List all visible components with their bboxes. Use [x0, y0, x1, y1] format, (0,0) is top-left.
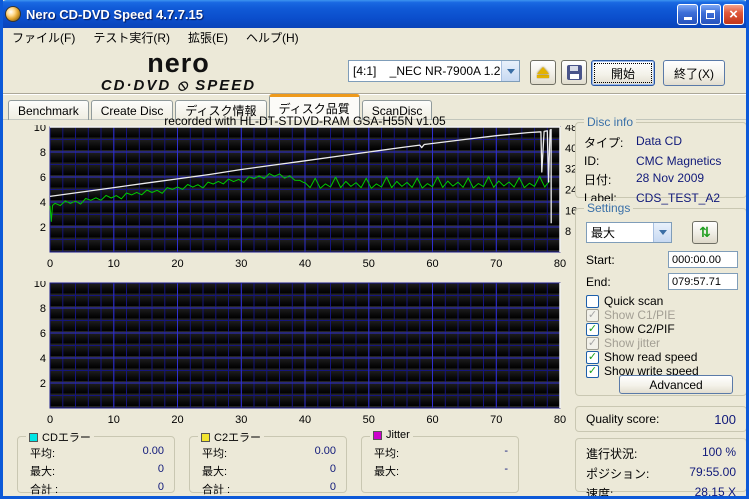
quality-score-label: Quality score:: [586, 412, 659, 426]
svg-text:20: 20: [171, 414, 183, 426]
show-jitter-checkbox[interactable]: ✓Show jitter: [586, 336, 660, 350]
app-icon: [5, 6, 21, 22]
progress-panel: 進行状況:100 % ポジション:79:55.00 速度:28.15 X: [575, 438, 747, 492]
c2-error-panel: C2エラー 平均:0.00 最大:0 合計 :0: [189, 436, 347, 493]
svg-text:10: 10: [108, 258, 120, 270]
svg-text:50: 50: [363, 258, 375, 270]
window-title: Nero CD-DVD Speed 4.7.7.15: [26, 7, 677, 22]
progress-row: 進行状況:100 %: [576, 443, 746, 463]
svg-text:6: 6: [40, 328, 46, 340]
end-position-field[interactable]: 079:57.71: [668, 273, 738, 290]
cd-error-max: 最大:0: [18, 462, 174, 480]
disc-id-row: ID:CMC Magnetics: [576, 152, 746, 169]
svg-text:4: 4: [40, 197, 46, 209]
jitter-swatch: [373, 431, 382, 440]
eject-button[interactable]: [530, 60, 556, 85]
disc-date-row: 日付:28 Nov 2009: [576, 169, 746, 189]
c2-error-avg: 平均:0.00: [190, 444, 346, 462]
svg-text:10: 10: [34, 281, 46, 290]
svg-text:2: 2: [40, 378, 46, 390]
nero-logo: nero CD·DVD ⦸ SPEED: [21, 50, 336, 93]
save-button[interactable]: [561, 60, 587, 85]
advanced-button[interactable]: Advanced: [619, 375, 733, 394]
svg-text:40: 40: [299, 258, 311, 270]
svg-text:50: 50: [363, 414, 375, 426]
speed-row: 速度:28.15 X: [576, 483, 746, 499]
quality-score-panel: Quality score: 100: [575, 406, 747, 432]
svg-text:60: 60: [426, 414, 438, 426]
disc-info-panel: Disc info タイプ:Data CD ID:CMC Magnetics 日…: [575, 122, 747, 198]
chevron-down-icon: [659, 230, 667, 235]
app-window: Nero CD-DVD Speed 4.7.7.15 × ファイル(F) テスト…: [0, 0, 749, 499]
end-position-row: End: 079:57.71: [586, 273, 738, 290]
svg-text:8: 8: [40, 303, 46, 315]
svg-text:0: 0: [47, 414, 53, 426]
drive-select-value: [4:1] _NEC NR-7900A 1.23: [349, 64, 501, 78]
combo-arrow[interactable]: [501, 61, 519, 81]
svg-text:4: 4: [40, 353, 46, 365]
svg-text:6: 6: [40, 172, 46, 184]
svg-text:80: 80: [554, 258, 566, 270]
close-icon: ×: [729, 7, 738, 22]
minimize-button[interactable]: [677, 4, 698, 25]
menu-file[interactable]: ファイル(F): [3, 27, 84, 48]
show-c2-pif-checkbox[interactable]: ✓Show C2/PIF: [586, 322, 675, 336]
svg-text:40: 40: [299, 414, 311, 426]
c2-error-max: 最大:0: [190, 462, 346, 480]
chart-recorded-with-label: recorded with HL-DT-STDVD-RAM GSA-H55N v…: [50, 114, 560, 128]
disc-type-row: タイプ:Data CD: [576, 132, 746, 152]
maximize-icon: [706, 10, 715, 19]
chevron-down-icon: [507, 69, 515, 74]
cd-error-panel: CDエラー 平均:0.00 最大:0 合計 :0: [17, 436, 175, 493]
svg-text:10: 10: [108, 414, 120, 426]
cd-error-total: 合計 :0: [18, 480, 174, 498]
menu-run-test[interactable]: テスト実行(R): [84, 27, 179, 48]
svg-text:70: 70: [490, 258, 502, 270]
close-button[interactable]: ×: [723, 4, 744, 25]
svg-text:10: 10: [34, 125, 46, 134]
c2-error-swatch: [201, 433, 210, 442]
c2-error-total: 合計 :0: [190, 480, 346, 498]
jitter-panel: Jitter 平均:- 最大:-: [361, 436, 519, 493]
maximize-button[interactable]: [700, 4, 721, 25]
menu-help[interactable]: ヘルプ(H): [237, 27, 308, 48]
minimize-icon: [684, 17, 692, 20]
drive-select-combo[interactable]: [4:1] _NEC NR-7900A 1.23: [348, 60, 520, 82]
speed-select-combo[interactable]: 最大: [586, 222, 672, 243]
svg-text:30: 30: [235, 414, 247, 426]
jitter-avg: 平均:-: [362, 444, 518, 462]
menu-extra[interactable]: 拡張(E): [179, 27, 237, 48]
cd-error-avg: 平均:0.00: [18, 444, 174, 462]
start-button[interactable]: 開始: [591, 60, 655, 86]
svg-text:8: 8: [565, 226, 571, 238]
quick-scan-checkbox[interactable]: ✓Quick scan: [586, 294, 663, 308]
titlebar: Nero CD-DVD Speed 4.7.7.15 ×: [0, 0, 749, 28]
eject-icon: [537, 67, 549, 78]
start-position-field[interactable]: 000:00.00: [668, 251, 738, 268]
settings-panel: Settings 最大 ⇅ Start: 000:00.00 End: 079:…: [575, 208, 747, 396]
jitter-max: 最大:-: [362, 462, 518, 480]
svg-text:70: 70: [490, 414, 502, 426]
save-icon: [567, 65, 582, 80]
menubar: ファイル(F) テスト実行(R) 拡張(E) ヘルプ(H): [3, 28, 746, 47]
svg-text:8: 8: [40, 147, 46, 159]
svg-text:2: 2: [40, 222, 46, 234]
show-read-speed-checkbox[interactable]: ✓Show read speed: [586, 350, 697, 364]
svg-text:60: 60: [426, 258, 438, 270]
position-row: ポジション:79:55.00: [576, 463, 746, 483]
quality-scan-chart: 2468108162432404801020304050607080: [11, 125, 601, 277]
refresh-button[interactable]: ⇅: [692, 221, 718, 244]
svg-text:20: 20: [171, 258, 183, 270]
cd-error-swatch: [29, 433, 38, 442]
start-position-row: Start: 000:00.00: [586, 251, 738, 268]
show-c1-pie-checkbox[interactable]: ✓Show C1/PIE: [586, 308, 675, 322]
svg-text:0: 0: [47, 258, 53, 270]
quality-score-value: 100: [714, 412, 736, 427]
exit-button[interactable]: 終了(X): [663, 60, 725, 86]
svg-text:80: 80: [554, 414, 566, 426]
svg-text:30: 30: [235, 258, 247, 270]
refresh-icon: ⇅: [699, 224, 711, 241]
secondary-scan-chart: 2 4 6 8 10 0 10 20 30 40 50 60 70 80: [11, 281, 601, 433]
combo-arrow[interactable]: [653, 223, 671, 242]
